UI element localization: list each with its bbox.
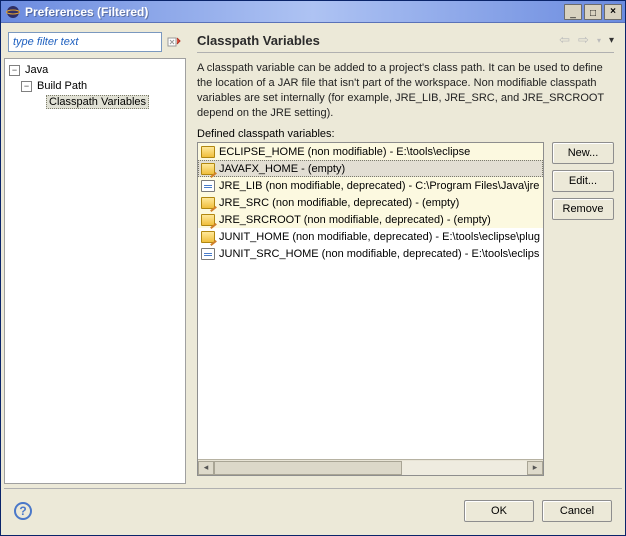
edit-button[interactable]: Edit... (552, 170, 614, 192)
tree-item-build-path[interactable]: − Build Path (19, 78, 183, 94)
window-title: Preferences (Filtered) (25, 5, 564, 19)
forward-icon[interactable]: ⇨ (578, 32, 589, 48)
list-item-label: ECLIPSE_HOME (non modifiable) - E:\tools… (219, 146, 470, 158)
classpath-variables-list[interactable]: ECLIPSE_HOME (non modifiable) - E:\tools… (198, 143, 543, 459)
jar-icon (201, 180, 215, 192)
list-item[interactable]: JAVAFX_HOME - (empty) (198, 160, 543, 177)
cancel-button[interactable]: Cancel (542, 500, 612, 522)
list-item[interactable]: JRE_SRCROOT (non modifiable, deprecated)… (198, 211, 543, 228)
tree-label: Java (22, 63, 51, 77)
new-button[interactable]: New... (552, 142, 614, 164)
scrollbar-thumb[interactable] (214, 461, 402, 475)
preferences-tree[interactable]: − Java − Build Path Classpath Variables (4, 58, 186, 484)
scroll-left-icon[interactable]: ◂ (198, 461, 214, 475)
folder-edit-icon (201, 163, 215, 175)
list-item-label: JRE_SRCROOT (non modifiable, deprecated)… (219, 214, 491, 226)
folder-edit-icon (201, 214, 215, 226)
list-item-label: JUNIT_SRC_HOME (non modifiable, deprecat… (219, 248, 539, 260)
tree-item-classpath-variables[interactable]: Classpath Variables (31, 94, 183, 110)
close-button[interactable]: × (604, 4, 622, 20)
list-item[interactable]: ECLIPSE_HOME (non modifiable) - E:\tools… (198, 143, 543, 160)
filter-input[interactable] (8, 32, 162, 52)
collapse-icon[interactable]: − (9, 65, 20, 76)
maximize-button[interactable]: □ (584, 4, 602, 20)
list-item[interactable]: JRE_SRC (non modifiable, deprecated) - (… (198, 194, 543, 211)
help-icon[interactable]: ? (14, 502, 32, 520)
page-title: Classpath Variables (197, 33, 551, 48)
list-item[interactable]: JRE_LIB (non modifiable, deprecated) - C… (198, 177, 543, 194)
folder-edit-icon (201, 197, 215, 209)
list-item-label: JRE_LIB (non modifiable, deprecated) - C… (219, 180, 539, 192)
scroll-right-icon[interactable]: ▸ (527, 461, 543, 475)
jar-icon (201, 248, 215, 260)
list-item[interactable]: JUNIT_SRC_HOME (non modifiable, deprecat… (198, 245, 543, 262)
tree-item-java[interactable]: − Java (7, 62, 183, 78)
ok-button[interactable]: OK (464, 500, 534, 522)
list-item[interactable]: JUNIT_HOME (non modifiable, deprecated) … (198, 228, 543, 245)
window-titlebar[interactable]: Preferences (Filtered) _ □ × (1, 1, 625, 23)
section-divider (197, 52, 614, 53)
folder-edit-icon (201, 231, 215, 243)
back-icon[interactable]: ⇦ (559, 32, 570, 48)
tree-label: Classpath Variables (46, 95, 149, 109)
remove-button[interactable]: Remove (552, 198, 614, 220)
list-item-label: JRE_SRC (non modifiable, deprecated) - (… (219, 197, 459, 209)
collapse-icon[interactable]: − (21, 81, 32, 92)
scrollbar-track[interactable] (214, 461, 527, 475)
list-item-label: JAVAFX_HOME - (empty) (219, 163, 345, 175)
list-item-label: JUNIT_HOME (non modifiable, deprecated) … (219, 231, 540, 243)
defined-variables-label: Defined classpath variables: (189, 128, 622, 142)
forward-dropdown-icon[interactable]: ▾ (597, 36, 601, 45)
eclipse-icon (5, 4, 21, 20)
horizontal-scrollbar[interactable]: ◂ ▸ (198, 459, 543, 475)
minimize-button[interactable]: _ (564, 4, 582, 20)
view-menu-icon[interactable]: ▾ (609, 35, 614, 46)
clear-filter-icon[interactable] (166, 34, 182, 50)
section-description: A classpath variable can be added to a p… (189, 61, 622, 128)
folder-icon (201, 146, 215, 158)
tree-label: Build Path (34, 79, 90, 93)
